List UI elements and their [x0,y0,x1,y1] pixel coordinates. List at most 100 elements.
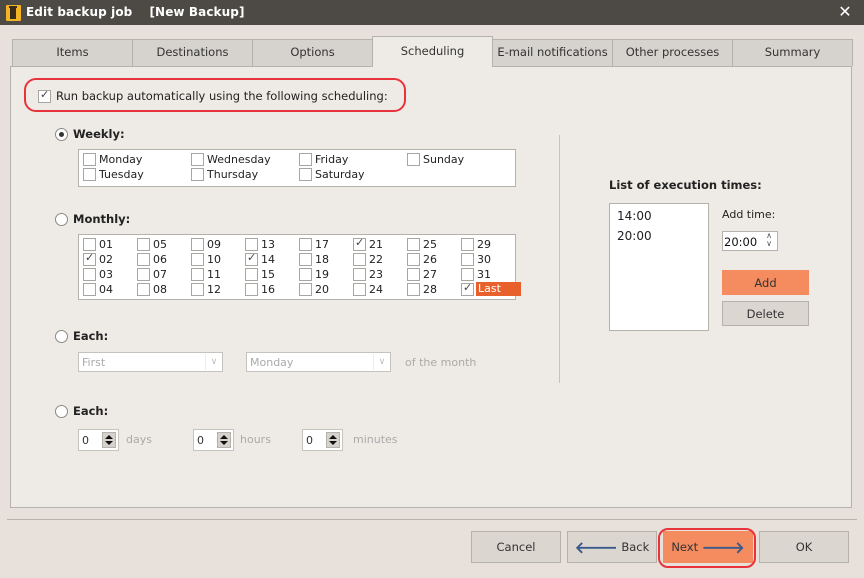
delete-time-button[interactable]: Delete [722,301,809,326]
checkbox[interactable] [137,267,150,281]
checkbox[interactable] [191,152,204,166]
back-button[interactable]: 🡐 Back [567,531,657,563]
weekly-radio[interactable] [55,127,68,141]
spinner-buttons[interactable] [326,432,340,448]
each-interval-radio[interactable] [55,404,68,418]
month-day-27[interactable]: 27 [407,267,437,281]
checkbox[interactable] [407,237,420,251]
tab-options[interactable]: Options [252,39,373,66]
weekday-sunday[interactable]: Sunday [407,152,464,166]
spinner-buttons[interactable] [102,432,116,448]
month-day-03[interactable]: 03 [83,267,113,281]
checkbox[interactable] [407,267,420,281]
month-day-07[interactable]: 07 [137,267,167,281]
weekday-saturday[interactable]: Saturday [299,167,365,181]
weekday-thursday[interactable]: Thursday [191,167,258,181]
checkbox[interactable] [245,267,258,281]
list-item[interactable]: 14:00 [617,209,652,223]
close-button[interactable]: ✕ [836,3,854,21]
minutes-spinner[interactable]: 0 [302,429,343,451]
run-auto-checkbox-row[interactable]: Run backup automatically using the follo… [28,83,388,109]
spinner-chevrons-icon[interactable]: ∧ ∨ [763,232,775,248]
month-day-24[interactable]: 24 [353,282,383,296]
run-auto-checkbox[interactable] [38,88,51,103]
month-day-last[interactable]: Last [461,281,521,296]
each-of-month-radio[interactable] [55,329,68,343]
tab-items[interactable]: Items [12,39,133,66]
month-day-28[interactable]: 28 [407,282,437,296]
month-day-18[interactable]: 18 [299,252,329,266]
month-day-17[interactable]: 17 [299,237,329,251]
weekday-wednesday[interactable]: Wednesday [191,152,271,166]
tab-scheduling[interactable]: Scheduling [372,36,493,67]
checkbox[interactable] [299,152,312,166]
weekday-dropdown[interactable]: Monday ∨ [246,352,391,372]
checkbox[interactable] [461,252,474,266]
checkbox[interactable] [407,282,420,296]
checkbox[interactable] [407,152,420,166]
checkbox[interactable] [299,267,312,281]
month-day-30[interactable]: 30 [461,252,491,266]
month-day-20[interactable]: 20 [299,282,329,296]
spinner-buttons[interactable] [217,432,231,448]
checkbox[interactable] [137,237,150,251]
monthly-radio-row[interactable]: Monthly: [55,212,130,226]
month-day-13[interactable]: 13 [245,237,275,251]
weekly-radio-row[interactable]: Weekly: [55,127,125,141]
add-time-button[interactable]: Add [722,270,809,295]
checkbox[interactable] [191,237,204,251]
each-of-month-radio-row[interactable]: Each: [55,329,108,343]
checkbox[interactable] [137,252,150,266]
list-item[interactable]: 20:00 [617,229,652,243]
checkbox[interactable] [299,252,312,266]
month-day-16[interactable]: 16 [245,282,275,296]
weekday-friday[interactable]: Friday [299,152,348,166]
checkbox[interactable] [353,252,366,266]
month-day-10[interactable]: 10 [191,252,221,266]
hours-spinner[interactable]: 0 [193,429,234,451]
month-day-01[interactable]: 01 [83,237,113,251]
month-day-22[interactable]: 22 [353,252,383,266]
tab-destinations[interactable]: Destinations [132,39,253,66]
checkbox[interactable] [83,267,96,281]
tab-email-notifications[interactable]: E-mail notifications [492,39,613,66]
checkbox[interactable] [407,252,420,266]
month-day-09[interactable]: 09 [191,237,221,251]
checkbox[interactable] [353,236,366,251]
month-day-23[interactable]: 23 [353,267,383,281]
month-day-29[interactable]: 29 [461,237,491,251]
cancel-button[interactable]: Cancel [471,531,561,563]
month-day-02[interactable]: 02 [83,251,113,266]
month-day-12[interactable]: 12 [191,282,221,296]
month-day-26[interactable]: 26 [407,252,437,266]
checkbox[interactable] [83,167,96,181]
ok-button[interactable]: OK [759,531,849,563]
checkbox[interactable] [245,251,258,266]
checkbox[interactable] [299,282,312,296]
checkbox[interactable] [83,282,96,296]
checkbox[interactable] [191,267,204,281]
month-day-11[interactable]: 11 [191,267,221,281]
monthly-radio[interactable] [55,212,68,226]
month-day-08[interactable]: 08 [137,282,167,296]
checkbox[interactable] [83,251,96,266]
checkbox[interactable] [83,237,96,251]
execution-times-list[interactable]: 14:00 20:00 [609,203,709,331]
tab-summary[interactable]: Summary [732,39,853,66]
days-spinner[interactable]: 0 [78,429,119,451]
month-day-25[interactable]: 25 [407,237,437,251]
add-time-spinner[interactable]: 20:00 ∧ ∨ [722,231,778,251]
checkbox[interactable] [461,267,474,281]
checkbox[interactable] [191,252,204,266]
checkbox[interactable] [461,237,474,251]
checkbox[interactable] [245,237,258,251]
checkbox[interactable] [353,267,366,281]
checkbox[interactable] [299,237,312,251]
checkbox[interactable] [299,167,312,181]
month-day-19[interactable]: 19 [299,267,329,281]
checkbox[interactable] [191,167,204,181]
month-day-05[interactable]: 05 [137,237,167,251]
checkbox[interactable] [461,281,474,296]
checkbox[interactable] [353,282,366,296]
tab-other-processes[interactable]: Other processes [612,39,733,66]
